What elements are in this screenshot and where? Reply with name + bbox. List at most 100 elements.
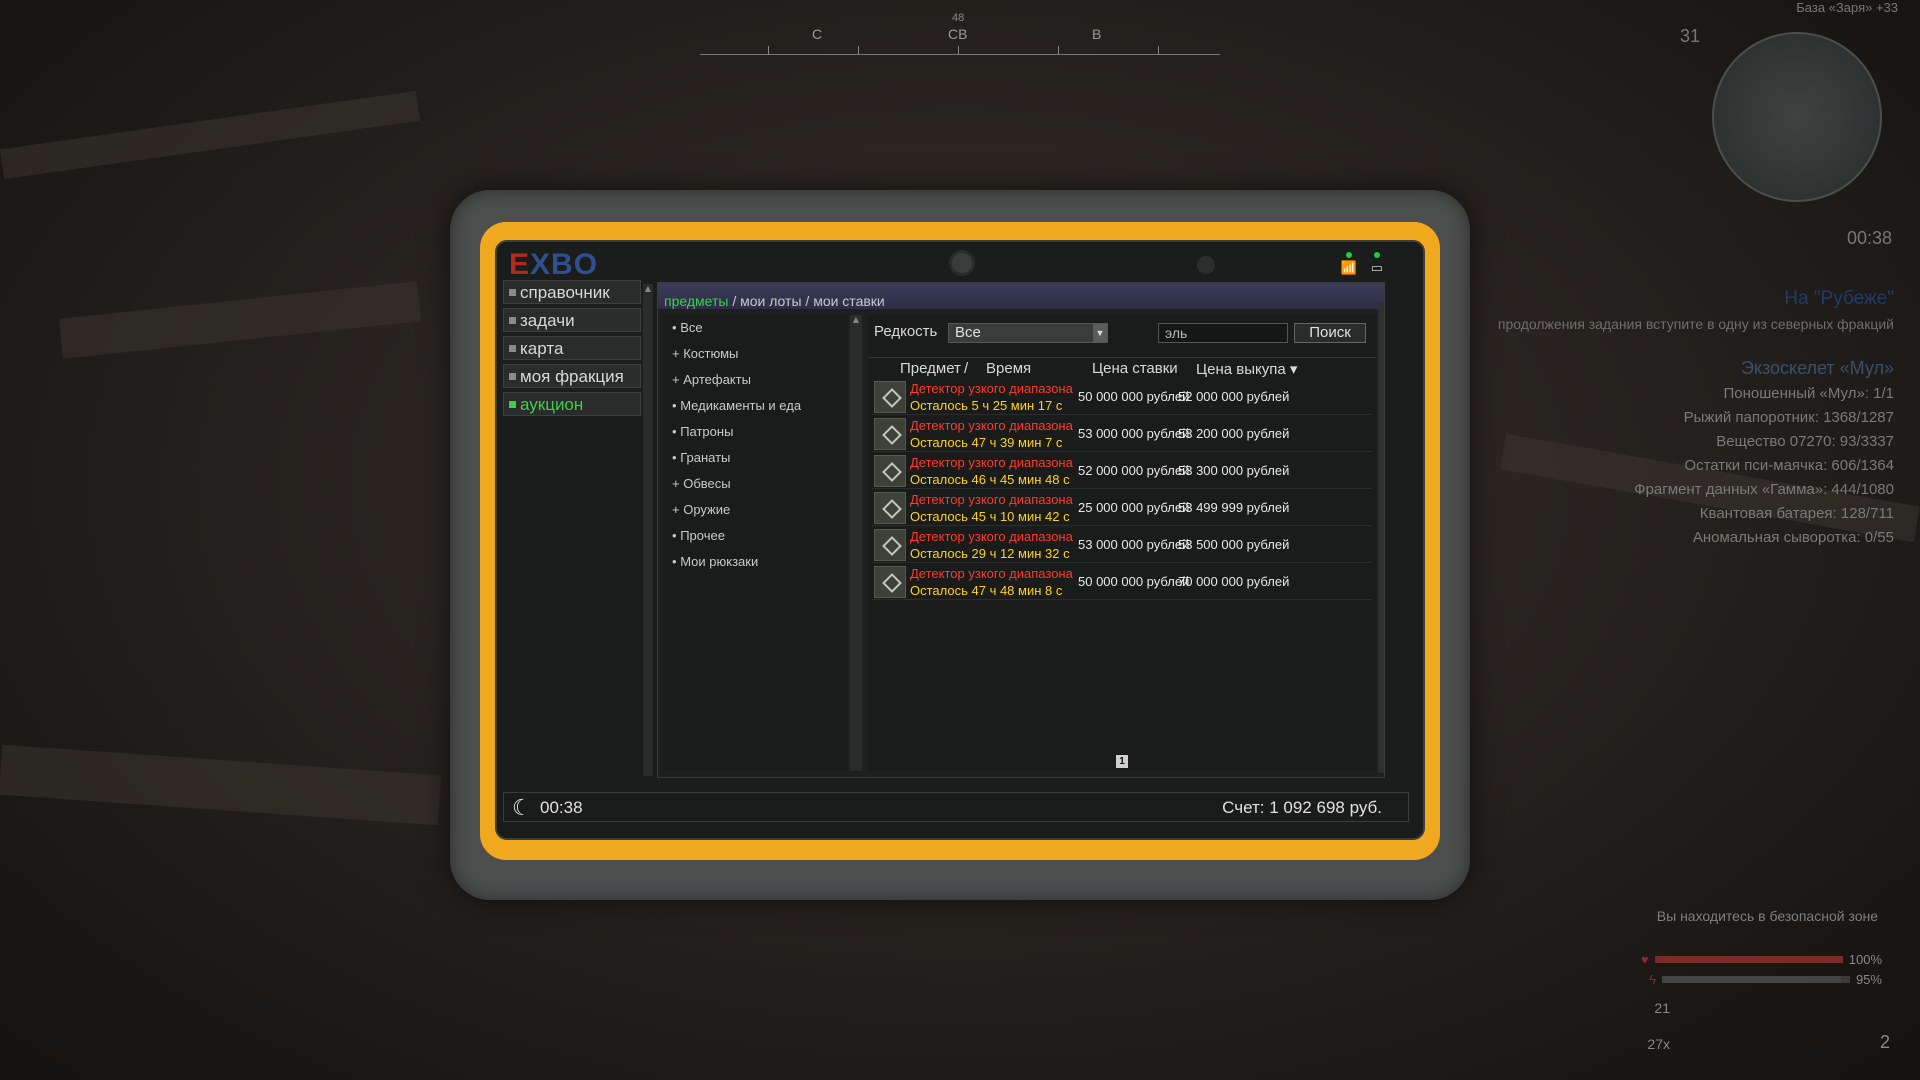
battery-icon: ▭ — [1371, 252, 1383, 276]
category-item[interactable]: • Гранаты — [662, 445, 848, 471]
lots-scrollbar[interactable] — [1378, 303, 1384, 773]
category-item[interactable]: • Мои рюкзаки — [662, 549, 848, 575]
lot-bid: 53 000 000 рублей — [1078, 537, 1190, 552]
lot-buyout: 53 300 000 рублей — [1178, 463, 1290, 478]
stamina-bar: ϟ 95% — [1649, 972, 1882, 987]
rarity-select[interactable]: Все ▼ — [948, 323, 1108, 343]
lot-time: Осталось 29 ч 12 мин 32 с — [910, 546, 1070, 561]
minimap — [1712, 32, 1882, 202]
chevron-down-icon[interactable]: ▼ — [1093, 324, 1107, 342]
exbo-logo: EXBO — [509, 248, 599, 281]
lot-time: Осталось 47 ч 39 мин 7 с — [910, 435, 1063, 450]
lot-buyout: 53 200 000 рублей — [1178, 426, 1290, 441]
auction-panel: предметы / мои лоты / мои ставки • Все +… — [657, 282, 1385, 778]
column-buyout[interactable]: Цена выкупа ▾ — [1196, 360, 1297, 378]
compass-label-ne: СВ — [948, 26, 968, 42]
pda-tablet: EXBO 📶 ▭ справочник задачи карта моя фра… — [450, 190, 1470, 900]
lot-bid: 50 000 000 рублей — [1078, 574, 1190, 589]
search-button[interactable]: Поиск — [1294, 323, 1366, 343]
detector-icon — [874, 529, 906, 561]
quest-description: продолжения задания вступите в одну из с… — [1497, 316, 1894, 332]
detector-icon — [874, 381, 906, 413]
breadcrumb-separator: / — [805, 293, 810, 309]
category-item[interactable]: + Костюмы — [662, 341, 848, 367]
sidebar-item-tasks[interactable]: задачи — [503, 308, 641, 332]
category-item[interactable]: + Оружие — [662, 497, 848, 523]
pda-sidebar: справочник задачи карта моя фракция аукц… — [503, 280, 641, 420]
quest-title: На "Рубеже" — [1784, 288, 1894, 309]
lot-bid: 50 000 000 рублей — [1078, 389, 1190, 404]
category-scrollbar[interactable]: ▲ — [850, 315, 862, 771]
health-bar: ♥ 100% — [1641, 952, 1882, 967]
page-button[interactable]: 1 — [1116, 755, 1128, 768]
world-plank — [0, 744, 442, 826]
category-item[interactable]: + Обвесы — [662, 471, 848, 497]
lot-name: Детектор узкого диапазона «Эл.. — [910, 492, 1076, 507]
sidebar-item-map[interactable]: карта — [503, 336, 641, 360]
world-plank — [0, 90, 421, 180]
tab-my-bids[interactable]: мои ставки — [813, 293, 885, 309]
scroll-up-icon[interactable]: ▲ — [643, 284, 653, 293]
rarity-label: Редкость — [874, 323, 938, 340]
moon-icon: ☾ — [512, 796, 532, 821]
sidebar-item-handbook[interactable]: справочник — [503, 280, 641, 304]
lot-name: Детектор узкого диапазона «Эл.. — [910, 529, 1076, 544]
heart-icon: ♥ — [1641, 952, 1649, 967]
sidebar-scrollbar[interactable]: ▲ — [643, 284, 653, 776]
category-item[interactable]: • Патроны — [662, 419, 848, 445]
detector-icon — [874, 455, 906, 487]
lot-row[interactable]: Детектор узкого диапазона «Эл.. Осталось… — [872, 527, 1372, 563]
quest-item: Фрагмент данных «Гамма»: 444/1080 — [1634, 481, 1894, 498]
tab-my-lots[interactable]: мои лоты — [740, 293, 801, 309]
detector-icon — [874, 566, 906, 598]
column-bid[interactable]: Цена ставки — [1092, 360, 1178, 377]
pda-screen: EXBO 📶 ▭ справочник задачи карта моя фра… — [495, 240, 1425, 840]
category-item[interactable]: • Все — [662, 315, 848, 341]
lot-time: Осталось 45 ч 10 мин 42 с — [910, 509, 1070, 524]
lot-row[interactable]: Детектор узкого диапазона «Эл.. Осталось… — [872, 453, 1372, 489]
lot-name: Детектор узкого диапазона «Эл.. — [910, 455, 1076, 470]
camera-lens — [949, 250, 975, 276]
lots-panel: Редкость Все ▼ Поиск Предмет / Время Цен… — [868, 315, 1376, 771]
column-item[interactable]: Предмет — [900, 360, 961, 377]
quest-item: Остатки пси-маячка: 606/1364 — [1684, 457, 1894, 474]
compass-heading: 48 — [952, 12, 965, 24]
ammo-count: 21 — [1654, 1000, 1670, 1016]
search-input[interactable] — [1158, 323, 1288, 343]
world-plank — [58, 281, 422, 359]
quest-subtitle: Экзоскелет «Мул» — [1740, 358, 1894, 378]
detector-icon — [874, 492, 906, 524]
lot-buyout: 70 000 000 рублей — [1178, 574, 1290, 589]
compass-label-e: В — [1092, 26, 1102, 42]
column-separator: / — [964, 360, 969, 377]
sensor-dot — [1197, 256, 1215, 274]
antenna-icon: 📶 — [1341, 252, 1357, 276]
lot-name: Детектор узкого диапазона «Эл.. — [910, 418, 1076, 433]
lot-row[interactable]: Детектор узкого диапазона «Эл.. Осталось… — [872, 564, 1372, 600]
lot-row[interactable]: Детектор узкого диапазона «Эл.. Осталось… — [872, 416, 1372, 452]
safe-zone-notice: Вы находитесь в безопасной зоне — [1656, 908, 1878, 924]
quest-item: Вещество 07270: 93/3337 — [1716, 433, 1894, 450]
sidebar-item-auction[interactable]: аукцион — [503, 392, 641, 416]
account-balance: Счет: 1 092 698 руб. — [1222, 798, 1382, 817]
level-indicator: 31 — [1679, 26, 1700, 46]
category-item[interactable]: • Медикаменты и еда — [662, 393, 848, 419]
category-item[interactable]: • Прочее — [662, 523, 848, 549]
lot-row[interactable]: Детектор узкого диапазона «Эл.. Осталось… — [872, 379, 1372, 415]
quest-item: Рыжий папоротник: 1368/1287 — [1683, 409, 1894, 426]
lot-time: Осталось 46 ч 45 мин 48 с — [910, 472, 1070, 487]
lots-table-header: Предмет / Время Цена ставки Цена выкупа … — [868, 357, 1376, 378]
breadcrumb: предметы / мои лоты / мои ставки — [658, 283, 1384, 309]
tab-items[interactable]: предметы — [664, 293, 728, 309]
category-item[interactable]: + Артефакты — [662, 367, 848, 393]
category-list: • Все + Костюмы + Артефакты • Медикамент… — [662, 315, 848, 771]
sidebar-item-faction[interactable]: моя фракция — [503, 364, 641, 388]
column-time[interactable]: Время — [986, 360, 1031, 377]
pda-footer: ☾ 00:38 Счет: 1 092 698 руб. — [503, 792, 1409, 822]
detector-icon — [874, 418, 906, 450]
quest-tracker: На "Рубеже" продолжения задания вступите… — [1498, 288, 1894, 547]
quest-item: Поношенный «Мул»: 1/1 — [1723, 385, 1894, 402]
scroll-up-icon[interactable]: ▲ — [850, 315, 862, 324]
lot-name: Детектор узкого диапазона «Эл.. — [910, 566, 1076, 581]
lot-row[interactable]: Детектор узкого диапазона «Эл.. Осталось… — [872, 490, 1372, 526]
